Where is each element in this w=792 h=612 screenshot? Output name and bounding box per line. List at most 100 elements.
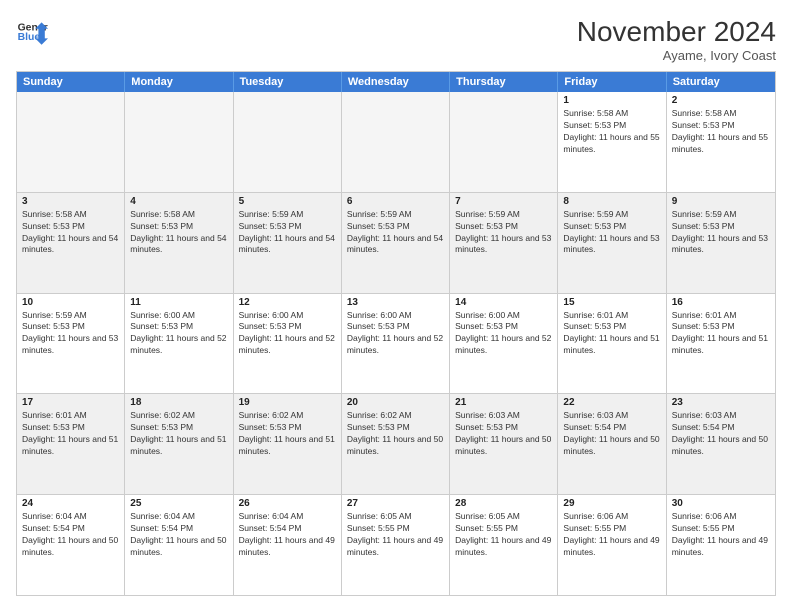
day-number: 12 <box>239 297 336 308</box>
day-info: Sunrise: 6:01 AM Sunset: 5:53 PM Dayligh… <box>563 310 660 358</box>
day-info: Sunrise: 6:04 AM Sunset: 5:54 PM Dayligh… <box>22 511 119 559</box>
day-number: 22 <box>563 397 660 408</box>
day-info: Sunrise: 5:58 AM Sunset: 5:53 PM Dayligh… <box>672 108 770 156</box>
day-number: 14 <box>455 297 552 308</box>
calendar-cell: 28 Sunrise: 6:05 AM Sunset: 5:55 PM Dayli… <box>450 495 558 595</box>
week-row-5: 24 Sunrise: 6:04 AM Sunset: 5:54 PM Dayli… <box>17 495 775 595</box>
calendar-cell: 9 Sunrise: 5:59 AM Sunset: 5:53 PM Daylig… <box>667 193 775 293</box>
day-info: Sunrise: 6:01 AM Sunset: 5:53 PM Dayligh… <box>672 310 770 358</box>
calendar-cell: 2 Sunrise: 5:58 AM Sunset: 5:53 PM Daylig… <box>667 92 775 192</box>
calendar-cell: 30 Sunrise: 6:06 AM Sunset: 5:55 PM Dayli… <box>667 495 775 595</box>
calendar-cell: 15 Sunrise: 6:01 AM Sunset: 5:53 PM Dayli… <box>558 294 666 394</box>
calendar-cell: 12 Sunrise: 6:00 AM Sunset: 5:53 PM Dayli… <box>234 294 342 394</box>
day-number: 9 <box>672 196 770 207</box>
day-info: Sunrise: 6:06 AM Sunset: 5:55 PM Dayligh… <box>672 511 770 559</box>
day-info: Sunrise: 6:02 AM Sunset: 5:53 PM Dayligh… <box>347 410 444 458</box>
day-info: Sunrise: 6:00 AM Sunset: 5:53 PM Dayligh… <box>455 310 552 358</box>
day-number: 19 <box>239 397 336 408</box>
calendar-cell <box>450 92 558 192</box>
day-number: 29 <box>563 498 660 509</box>
day-info: Sunrise: 5:59 AM Sunset: 5:53 PM Dayligh… <box>455 209 552 257</box>
day-info: Sunrise: 6:06 AM Sunset: 5:55 PM Dayligh… <box>563 511 660 559</box>
day-info: Sunrise: 6:05 AM Sunset: 5:55 PM Dayligh… <box>455 511 552 559</box>
calendar-cell: 18Sunrise: 6:02 AM Sunset: 5:53 PM Dayli… <box>125 394 233 494</box>
day-info: Sunrise: 6:04 AM Sunset: 5:54 PM Dayligh… <box>130 511 227 559</box>
calendar-header: SundayMondayTuesdayWednesdayThursdayFrid… <box>17 72 775 92</box>
day-info: Sunrise: 6:02 AM Sunset: 5:53 PM Dayligh… <box>130 410 227 458</box>
week-row-1: 1Sunrise: 5:58 AM Sunset: 5:53 PM Daylig… <box>17 92 775 193</box>
header: General Blue November 2024 Ayame, Ivory … <box>16 16 776 63</box>
day-number: 16 <box>672 297 770 308</box>
calendar-cell: 20 Sunrise: 6:02 AM Sunset: 5:53 PM Dayli… <box>342 394 450 494</box>
week-row-4: 17 Sunrise: 6:01 AM Sunset: 5:53 PM Dayli… <box>17 394 775 495</box>
calendar-cell: 19Sunrise: 6:02 AM Sunset: 5:53 PM Dayli… <box>234 394 342 494</box>
day-info: Sunrise: 6:01 AM Sunset: 5:53 PM Dayligh… <box>22 410 119 458</box>
day-number: 15 <box>563 297 660 308</box>
calendar-cell: 29 Sunrise: 6:06 AM Sunset: 5:55 PM Dayli… <box>558 495 666 595</box>
calendar-cell <box>17 92 125 192</box>
calendar-cell: 26 Sunrise: 6:04 AM Sunset: 5:54 PM Dayli… <box>234 495 342 595</box>
title-block: November 2024 Ayame, Ivory Coast <box>577 16 776 63</box>
day-number: 5 <box>239 196 336 207</box>
day-number: 10 <box>22 297 119 308</box>
day-info: Sunrise: 5:59 AM Sunset: 5:53 PM Dayligh… <box>347 209 444 257</box>
calendar-cell: 4 Sunrise: 5:58 AM Sunset: 5:53 PM Daylig… <box>125 193 233 293</box>
calendar-cell: 25Sunrise: 6:04 AM Sunset: 5:54 PM Dayli… <box>125 495 233 595</box>
day-number: 20 <box>347 397 444 408</box>
calendar-cell: 21 Sunrise: 6:03 AM Sunset: 5:53 PM Dayli… <box>450 394 558 494</box>
calendar-cell: 11Sunrise: 6:00 AM Sunset: 5:53 PM Dayli… <box>125 294 233 394</box>
day-info: Sunrise: 6:03 AM Sunset: 5:54 PM Dayligh… <box>672 410 770 458</box>
day-number: 24 <box>22 498 119 509</box>
week-row-3: 10 Sunrise: 5:59 AM Sunset: 5:53 PM Dayli… <box>17 294 775 395</box>
day-info: Sunrise: 6:00 AM Sunset: 5:53 PM Dayligh… <box>239 310 336 358</box>
weekday-header-monday: Monday <box>125 72 233 92</box>
calendar: SundayMondayTuesdayWednesdayThursdayFrid… <box>16 71 776 596</box>
day-number: 2 <box>672 95 770 106</box>
calendar-cell: 24 Sunrise: 6:04 AM Sunset: 5:54 PM Dayli… <box>17 495 125 595</box>
day-info: Sunrise: 5:59 AM Sunset: 5:53 PM Dayligh… <box>22 310 119 358</box>
calendar-cell: 8 Sunrise: 5:59 AM Sunset: 5:53 PM Daylig… <box>558 193 666 293</box>
day-info: Sunrise: 5:59 AM Sunset: 5:53 PM Dayligh… <box>672 209 770 257</box>
calendar-cell: 16 Sunrise: 6:01 AM Sunset: 5:53 PM Dayli… <box>667 294 775 394</box>
calendar-cell <box>342 92 450 192</box>
day-info: Sunrise: 5:58 AM Sunset: 5:53 PM Dayligh… <box>130 209 227 257</box>
day-info: Sunrise: 5:58 AM Sunset: 5:53 PM Dayligh… <box>22 209 119 257</box>
calendar-cell: 5 Sunrise: 5:59 AM Sunset: 5:53 PM Daylig… <box>234 193 342 293</box>
calendar-cell: 13 Sunrise: 6:00 AM Sunset: 5:53 PM Dayli… <box>342 294 450 394</box>
svg-text:Blue: Blue <box>18 32 41 43</box>
day-info: Sunrise: 5:59 AM Sunset: 5:53 PM Dayligh… <box>563 209 660 257</box>
day-number: 30 <box>672 498 770 509</box>
logo: General Blue <box>16 16 52 48</box>
calendar-cell <box>234 92 342 192</box>
calendar-cell: 23Sunrise: 6:03 AM Sunset: 5:54 PM Dayli… <box>667 394 775 494</box>
calendar-cell: 14 Sunrise: 6:00 AM Sunset: 5:53 PM Dayli… <box>450 294 558 394</box>
weekday-header-tuesday: Tuesday <box>234 72 342 92</box>
day-info: Sunrise: 6:05 AM Sunset: 5:55 PM Dayligh… <box>347 511 444 559</box>
day-number: 3 <box>22 196 119 207</box>
week-row-2: 3 Sunrise: 5:58 AM Sunset: 5:53 PM Daylig… <box>17 193 775 294</box>
day-number: 27 <box>347 498 444 509</box>
day-number: 26 <box>239 498 336 509</box>
calendar-cell: 17 Sunrise: 6:01 AM Sunset: 5:53 PM Dayli… <box>17 394 125 494</box>
day-info: Sunrise: 6:04 AM Sunset: 5:54 PM Dayligh… <box>239 511 336 559</box>
day-number: 17 <box>22 397 119 408</box>
day-info: Sunrise: 5:58 AM Sunset: 5:53 PM Dayligh… <box>563 108 660 156</box>
day-number: 8 <box>563 196 660 207</box>
day-info: Sunrise: 6:00 AM Sunset: 5:53 PM Dayligh… <box>347 310 444 358</box>
logo-icon: General Blue <box>16 16 48 48</box>
day-number: 11 <box>130 297 227 308</box>
calendar-body: 1Sunrise: 5:58 AM Sunset: 5:53 PM Daylig… <box>17 92 775 595</box>
day-info: Sunrise: 6:03 AM Sunset: 5:53 PM Dayligh… <box>455 410 552 458</box>
weekday-header-sunday: Sunday <box>17 72 125 92</box>
day-number: 13 <box>347 297 444 308</box>
calendar-cell: 1Sunrise: 5:58 AM Sunset: 5:53 PM Daylig… <box>558 92 666 192</box>
calendar-cell: 3 Sunrise: 5:58 AM Sunset: 5:53 PM Daylig… <box>17 193 125 293</box>
calendar-cell: 7Sunrise: 5:59 AM Sunset: 5:53 PM Daylig… <box>450 193 558 293</box>
day-info: Sunrise: 5:59 AM Sunset: 5:53 PM Dayligh… <box>239 209 336 257</box>
weekday-header-friday: Friday <box>558 72 666 92</box>
day-number: 28 <box>455 498 552 509</box>
calendar-cell: 10 Sunrise: 5:59 AM Sunset: 5:53 PM Dayli… <box>17 294 125 394</box>
day-number: 6 <box>347 196 444 207</box>
day-number: 21 <box>455 397 552 408</box>
day-number: 4 <box>130 196 227 207</box>
